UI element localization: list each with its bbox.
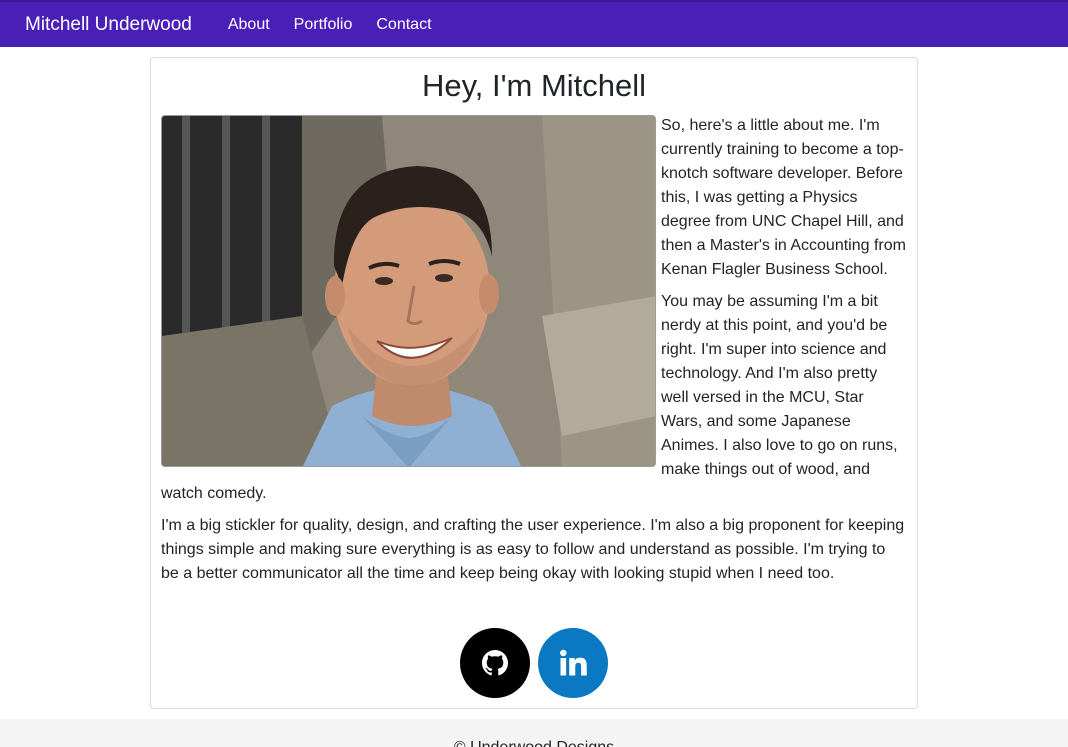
about-paragraph-3: I'm a big stickler for quality, design, …: [161, 517, 905, 582]
github-button[interactable]: [460, 628, 530, 698]
page-footer: © Underwood Designs: [0, 719, 1068, 747]
nav-link-about[interactable]: About: [228, 16, 270, 34]
footer-text: © Underwood Designs: [454, 739, 614, 747]
brand-link[interactable]: Mitchell Underwood: [25, 14, 192, 36]
profile-photo: [161, 115, 656, 467]
linkedin-icon: [560, 649, 587, 676]
nav-link-contact[interactable]: Contact: [376, 16, 431, 34]
github-icon: [482, 650, 508, 676]
about-card: Hey, I'm Mitchell So, here's a little ab…: [150, 57, 918, 709]
linkedin-button[interactable]: [538, 628, 608, 698]
nav-link-portfolio[interactable]: Portfolio: [294, 16, 353, 34]
social-links: [151, 628, 917, 698]
top-navbar: Mitchell Underwood About Portfolio Conta…: [0, 0, 1068, 47]
page-title: Hey, I'm Mitchell: [421, 68, 647, 103]
portrait-illustration: [162, 116, 655, 466]
